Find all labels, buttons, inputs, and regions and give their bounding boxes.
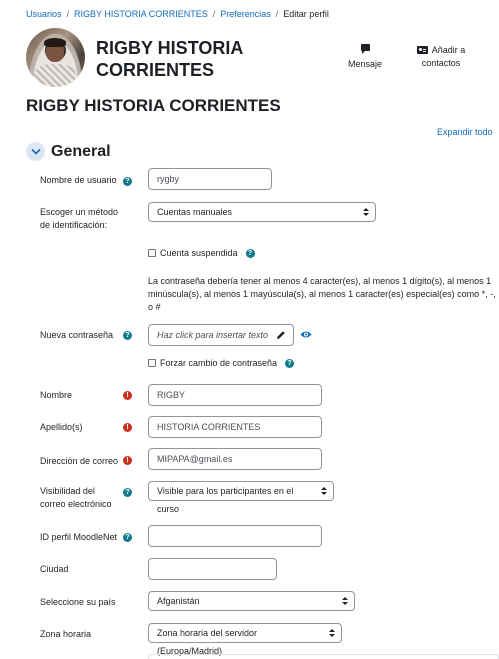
breadcrumb-usuarios[interactable]: Usuarios	[26, 9, 62, 19]
country-select[interactable]: Afganistán	[148, 591, 355, 611]
username-label: Nombre de usuario	[40, 175, 117, 185]
firstname-label: Nombre	[40, 390, 73, 400]
section-general-header[interactable]: General	[26, 142, 111, 161]
password-policy-text: La contraseña debería tener al menos 4 c…	[148, 276, 496, 312]
auth-method-label: Escoger un método de identificación:	[40, 207, 119, 230]
firstname-input[interactable]: RIGBY	[148, 384, 322, 406]
suspended-checkbox[interactable]	[148, 249, 156, 257]
timezone-label: Zona horaria	[40, 629, 92, 639]
select-arrows-icon	[363, 207, 369, 217]
breadcrumb-preferencias[interactable]: Preferencias	[220, 9, 271, 19]
moodlenet-label: ID perfil MoodleNet	[40, 532, 118, 542]
message-button[interactable]: Mensaje	[340, 44, 390, 71]
required-icon: !	[123, 423, 132, 432]
email-visibility-label: Visibilidad del correo electrónico	[40, 486, 112, 509]
city-label: Ciudad	[40, 564, 69, 574]
select-arrows-icon	[329, 628, 335, 638]
help-icon[interactable]: ?	[123, 177, 132, 186]
pencil-icon[interactable]	[276, 330, 286, 340]
lastname-input[interactable]: HISTORIA CORRIENTES	[148, 416, 322, 438]
country-label: Seleccione su país	[40, 597, 116, 607]
select-arrows-icon	[321, 486, 327, 496]
breadcrumb: Usuarios / RIGBY HISTORIA CORRIENTES / Prefe…	[26, 9, 329, 19]
required-icon: !	[123, 456, 132, 465]
help-icon[interactable]: ?	[123, 331, 132, 340]
page-title: RIGBY HISTORIA CORRIENTES	[26, 96, 281, 115]
add-contact-button[interactable]: Añadir a contactos	[405, 44, 477, 70]
suspended-checkbox-row[interactable]: Cuenta suspendida ?	[148, 248, 255, 258]
header-user-name: RIGBY HISTORIA CORRIENTES	[96, 38, 243, 80]
required-icon: !	[123, 391, 132, 400]
username-input[interactable]: rygby	[148, 168, 272, 190]
chevron-down-icon[interactable]	[26, 142, 45, 161]
address-card-icon	[416, 46, 428, 54]
force-change-checkbox[interactable]	[148, 359, 156, 367]
email-label: Dirección de correo	[40, 456, 119, 466]
city-input[interactable]	[148, 558, 277, 580]
breadcrumb-user[interactable]: RIGBY HISTORIA CORRIENTES	[74, 9, 208, 19]
help-icon[interactable]: ?	[285, 358, 295, 368]
timezone-select[interactable]: Zona horaria del servidor (Europa/Madrid…	[148, 623, 342, 656]
moodlenet-input[interactable]	[148, 525, 322, 547]
lastname-label: Apellido(s)	[40, 422, 83, 432]
new-password-input[interactable]: Haz click para insertar texto	[148, 324, 294, 346]
email-input[interactable]: MIPAPA@gmail.es	[148, 448, 322, 470]
expand-all-link[interactable]: Expandir todo	[437, 127, 493, 137]
eye-icon[interactable]	[300, 330, 312, 339]
email-visibility-select[interactable]: Visible para los participantes en el cur…	[148, 481, 334, 514]
next-field-partial	[148, 654, 499, 659]
avatar	[26, 28, 85, 87]
help-icon[interactable]: ?	[245, 248, 255, 258]
auth-method-select[interactable]: Cuentas manuales	[148, 202, 376, 222]
select-arrows-icon	[342, 596, 348, 606]
new-password-label: Nueva contraseña	[40, 330, 114, 340]
help-icon[interactable]: ?	[123, 533, 132, 542]
breadcrumb-current: Editar perfil	[283, 9, 329, 19]
help-icon[interactable]: ?	[123, 488, 132, 497]
force-change-checkbox-row[interactable]: Forzar cambio de contraseña ?	[148, 358, 295, 368]
chat-icon	[360, 44, 370, 54]
section-title: General	[51, 142, 111, 160]
